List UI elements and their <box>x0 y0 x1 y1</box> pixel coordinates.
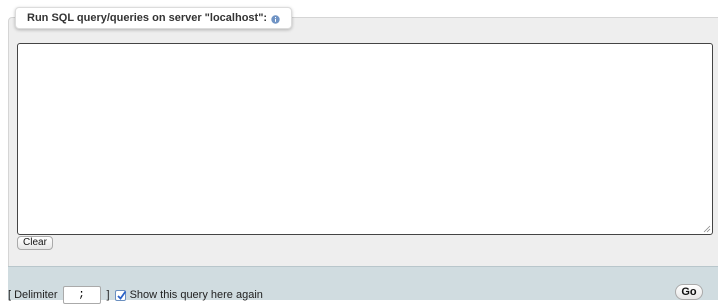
show-query-checkbox[interactable] <box>114 289 126 301</box>
delimiter-label: [ Delimiter <box>8 289 58 301</box>
delimiter-input[interactable] <box>62 286 101 304</box>
query-panel-legend: Run SQL query/queries on server "localho… <box>15 7 293 29</box>
resize-grip-icon[interactable] <box>703 225 711 233</box>
footer-options-row: [ Delimiter ] Show this query here again <box>8 286 263 304</box>
sql-query-textarea[interactable] <box>17 43 713 235</box>
checkmark-icon <box>116 290 126 300</box>
go-button[interactable]: Go <box>675 284 703 300</box>
info-icon[interactable] <box>271 14 280 24</box>
clear-button[interactable]: Clear <box>17 236 53 250</box>
show-query-label[interactable]: Show this query here again <box>130 289 263 301</box>
query-panel-title: Run SQL query/queries on server "localho… <box>27 12 268 24</box>
delimiter-bracket: ] <box>106 289 110 301</box>
